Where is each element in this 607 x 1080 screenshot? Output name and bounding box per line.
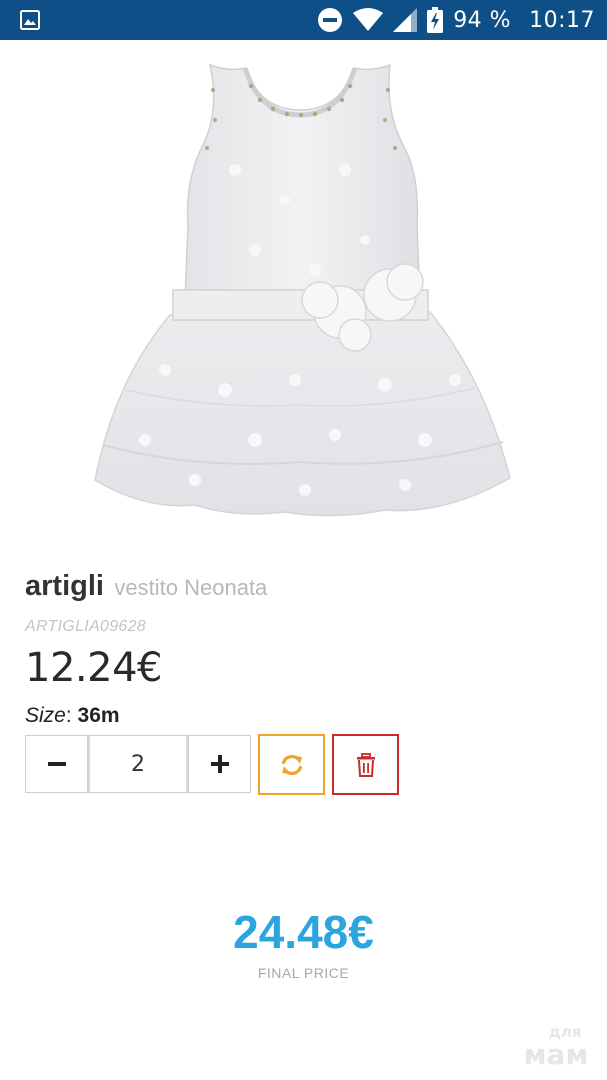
trash-icon [356,752,375,777]
watermark-logo: для мам [524,1023,589,1068]
size-value: 36m [77,704,120,727]
do-not-disturb-icon [318,8,343,32]
final-price: 24.48€ [233,906,374,958]
cell-signal-icon [393,8,418,32]
product-sku: ARTIGLIA09628 [25,618,147,635]
size-separator: : [65,704,78,727]
product-image [94,63,511,517]
battery-charging-icon [427,7,444,33]
size-info: Size: 36m [25,704,120,728]
svg-text:мам: мам [524,1038,589,1068]
quantity-stepper [25,735,251,793]
plus-icon [210,755,229,773]
wifi-icon [353,8,384,31]
delete-item-button[interactable] [332,734,399,795]
product-title: artigli vestito Neonata [25,570,267,603]
increase-quantity-button[interactable] [188,736,250,792]
size-label: Size [25,704,66,727]
product-name: vestito Neonata [114,575,268,600]
gallery-notification-icon [20,10,40,30]
quantity-input[interactable] [88,736,188,792]
clock: 10:17 [529,7,595,33]
status-bar: 94 % 10:17 [0,0,607,40]
final-price-label: FINAL PRICE [257,965,350,981]
product-brand: artigli [25,570,104,602]
unit-price: 12.24€ [25,645,162,691]
decrease-quantity-button[interactable] [26,736,88,792]
minus-icon [47,762,66,766]
refresh-icon [281,754,302,775]
update-cart-button[interactable] [258,734,325,795]
battery-percentage: 94 % [453,7,512,33]
